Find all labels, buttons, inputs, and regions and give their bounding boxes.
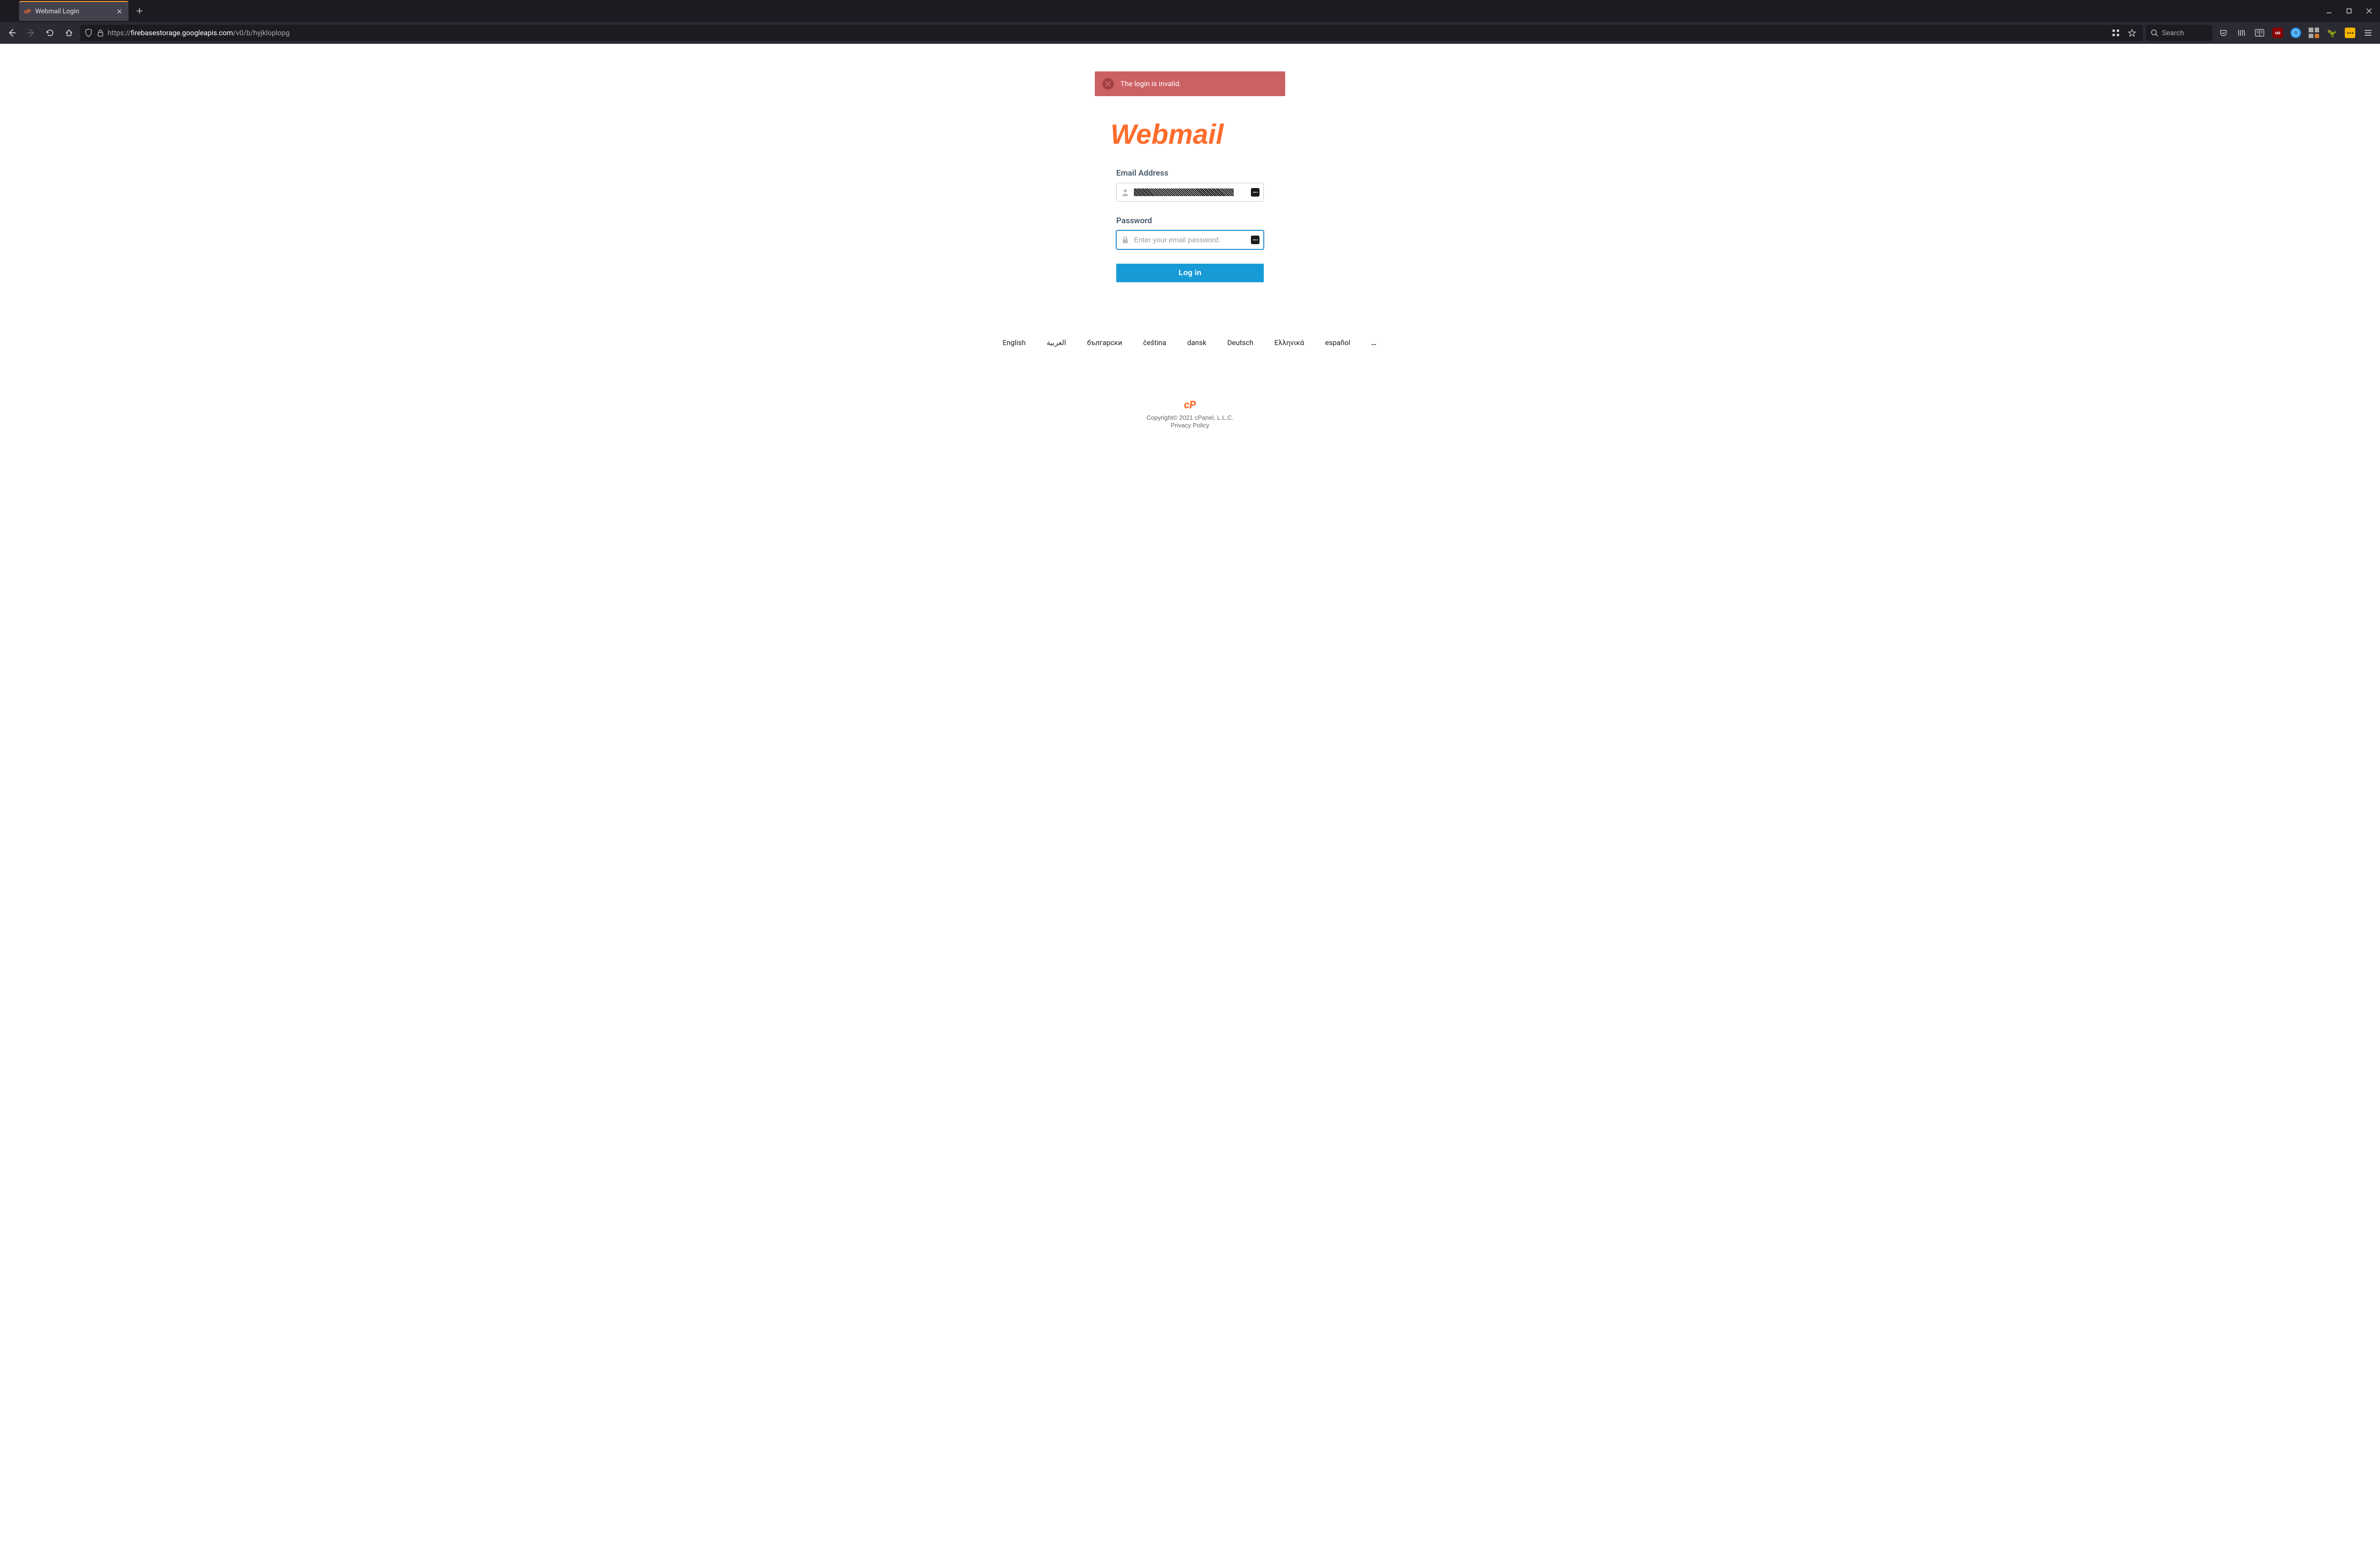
search-placeholder: Search <box>2162 29 2184 37</box>
bookmark-star-icon[interactable] <box>2126 25 2138 41</box>
lang-english[interactable]: English <box>1002 338 1026 347</box>
footer: cP Copyright© 2021 cPanel, L.L.C. Privac… <box>0 399 2380 429</box>
url-proto: https:// <box>108 29 131 37</box>
url-path: /v0/b/hyjkloplopg <box>233 29 290 37</box>
cookie-ext-button[interactable] <box>2288 25 2304 41</box>
webmail-logo: Webmail <box>1095 120 1285 150</box>
password-manager-badge-icon[interactable] <box>1251 236 1259 244</box>
login-panel: The login is invalid. Webmail Email Addr… <box>1095 44 1285 282</box>
qr-icon[interactable] <box>2110 25 2122 41</box>
cookie-icon <box>2291 28 2301 38</box>
ublock-button[interactable]: uo <box>2270 25 2286 41</box>
toolbar-icons: uo 🦖 <box>2215 25 2376 41</box>
password-field[interactable] <box>1134 231 1263 249</box>
window-minimize-button[interactable] <box>2321 4 2337 18</box>
lock-icon <box>97 29 104 37</box>
cpanel-logo-icon: cP <box>0 399 2380 411</box>
lock-input-icon <box>1117 236 1134 244</box>
redacted-email-value <box>1134 188 1234 196</box>
lang-czech[interactable]: čeština <box>1143 338 1167 347</box>
error-message: The login is invalid. <box>1121 79 1181 88</box>
browser-chrome: cP Webmail Login <box>0 0 2380 44</box>
squares-icon <box>2309 28 2319 38</box>
login-form: Email Address Password Log in <box>1116 168 1264 282</box>
email-input-wrap[interactable] <box>1116 183 1264 202</box>
tab-close-button[interactable] <box>115 7 124 16</box>
email-label: Email Address <box>1116 168 1264 178</box>
person-icon <box>1117 188 1134 197</box>
url-bar[interactable]: https://firebasestorage.googleapis.com/v… <box>80 25 2143 41</box>
webmail-logo-text: Webmail <box>1111 120 1224 148</box>
hamburger-menu-button[interactable] <box>2360 25 2376 41</box>
nav-bar: https://firebasestorage.googleapis.com/v… <box>0 22 2380 44</box>
lang-danish[interactable]: dansk <box>1187 338 1206 347</box>
ublock-icon: uo <box>2272 28 2283 38</box>
library-button[interactable] <box>2233 25 2250 41</box>
squares-ext-button[interactable] <box>2306 25 2322 41</box>
window-close-button[interactable] <box>2361 4 2377 18</box>
dino-icon: 🦖 <box>2327 28 2337 38</box>
shield-icon <box>85 29 92 37</box>
window-controls <box>2321 0 2377 22</box>
password-manager-badge-icon[interactable] <box>1251 188 1259 197</box>
privacy-policy-link[interactable]: Privacy Policy <box>0 422 2380 429</box>
dino-ext-button[interactable]: 🦖 <box>2324 25 2340 41</box>
error-icon <box>1102 78 1114 89</box>
nav-back-button[interactable] <box>4 25 20 41</box>
error-alert: The login is invalid. <box>1095 71 1285 96</box>
yellow-ext-button[interactable] <box>2342 25 2358 41</box>
email-field[interactable] <box>1134 183 1263 201</box>
webmail-logo-icon: Webmail <box>1111 120 1270 148</box>
lang-greek[interactable]: Ελληνικά <box>1274 338 1304 347</box>
yellow-ext-icon <box>2345 28 2355 38</box>
nav-home-button[interactable] <box>61 25 77 41</box>
lang-arabic[interactable]: العربية <box>1047 338 1066 347</box>
reader-button[interactable] <box>2251 25 2268 41</box>
url-text[interactable]: https://firebasestorage.googleapis.com/v… <box>108 29 2106 37</box>
lang-bulgarian[interactable]: български <box>1087 338 1122 347</box>
lang-spanish[interactable]: español <box>1325 338 1350 347</box>
password-input-wrap[interactable] <box>1116 230 1264 249</box>
cpanel-favicon-icon: cP <box>24 8 31 15</box>
window-maximize-button[interactable] <box>2341 4 2357 18</box>
nav-forward-button[interactable] <box>23 25 39 41</box>
copyright-text: Copyright© 2021 cPanel, L.L.C. <box>0 414 2380 421</box>
lang-german[interactable]: Deutsch <box>1227 338 1253 347</box>
lang-more-button[interactable]: … <box>1371 338 1378 347</box>
tab-title: Webmail Login <box>35 8 111 15</box>
tab-strip: cP Webmail Login <box>0 0 2380 22</box>
site-security-zone[interactable] <box>85 29 104 37</box>
browser-tab-active[interactable]: cP Webmail Login <box>19 1 129 21</box>
browser-search-box[interactable]: Search <box>2146 25 2212 41</box>
new-tab-button[interactable] <box>132 4 147 18</box>
nav-reload-button[interactable] <box>42 25 58 41</box>
language-selector: English العربية български čeština dansk … <box>0 338 2380 347</box>
page-content: The login is invalid. Webmail Email Addr… <box>0 44 2380 1563</box>
pocket-button[interactable] <box>2215 25 2231 41</box>
password-label: Password <box>1116 216 1264 226</box>
login-button[interactable]: Log in <box>1116 264 1264 282</box>
url-host: firebasestorage.googleapis.com <box>131 29 233 37</box>
search-icon <box>2151 29 2158 37</box>
